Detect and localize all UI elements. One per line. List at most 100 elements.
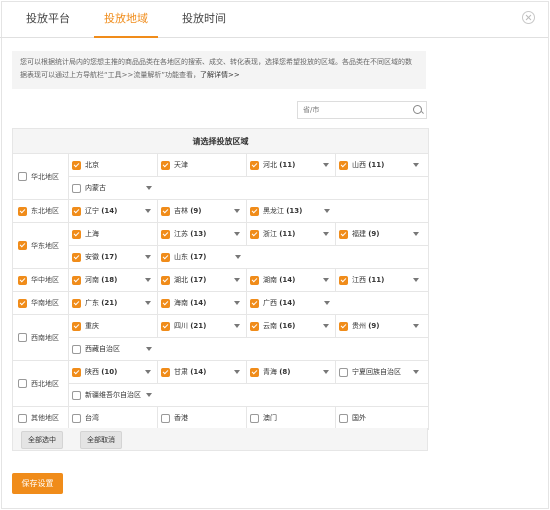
- province-item[interactable]: 山东 (17): [158, 246, 247, 268]
- province-checkbox[interactable]: [72, 321, 81, 331]
- chevron-down-icon[interactable]: [413, 324, 419, 328]
- region-checkbox[interactable]: [18, 241, 27, 250]
- province-checkbox[interactable]: [161, 413, 170, 423]
- province-checkbox[interactable]: [72, 367, 81, 377]
- chevron-down-icon[interactable]: [234, 301, 240, 305]
- province-item[interactable]: 天津: [158, 154, 247, 176]
- province-checkbox[interactable]: [161, 229, 170, 239]
- learn-more-link[interactable]: 了解详情>>: [200, 71, 240, 79]
- province-checkbox[interactable]: [339, 413, 348, 423]
- chevron-down-icon[interactable]: [234, 324, 240, 328]
- province-checkbox[interactable]: [161, 298, 170, 308]
- region-checkbox[interactable]: [18, 413, 27, 423]
- province-checkbox[interactable]: [339, 321, 348, 331]
- tab-platform[interactable]: 投放平台: [20, 0, 76, 37]
- province-checkbox[interactable]: [72, 252, 81, 262]
- region-checkbox[interactable]: [18, 298, 27, 308]
- province-checkbox[interactable]: [161, 206, 170, 216]
- province-checkbox[interactable]: [161, 160, 170, 170]
- province-checkbox[interactable]: [72, 344, 81, 354]
- chevron-down-icon[interactable]: [235, 255, 241, 259]
- province-checkbox[interactable]: [72, 160, 81, 170]
- tab-time[interactable]: 投放时间: [176, 0, 232, 37]
- province-checkbox[interactable]: [161, 321, 170, 331]
- save-button[interactable]: 保存设置: [12, 473, 63, 494]
- chevron-down-icon[interactable]: [413, 232, 419, 236]
- region-checkbox[interactable]: [18, 333, 27, 342]
- region-checkbox[interactable]: [18, 206, 27, 216]
- chevron-down-icon[interactable]: [323, 324, 329, 328]
- province-checkbox[interactable]: [72, 229, 81, 239]
- province-item[interactable]: 河南 (18): [69, 269, 158, 291]
- chevron-down-icon[interactable]: [145, 370, 151, 374]
- province-item[interactable]: 四川 (21): [158, 315, 247, 337]
- province-checkbox[interactable]: [72, 298, 81, 308]
- province-checkbox[interactable]: [250, 367, 259, 377]
- province-item[interactable]: 安徽 (17): [69, 246, 158, 268]
- province-item[interactable]: 山西 (11): [336, 154, 425, 176]
- province-item[interactable]: 台湾: [69, 407, 158, 429]
- chevron-down-icon[interactable]: [234, 278, 240, 282]
- cancel-all-button[interactable]: 全部取消: [80, 431, 122, 449]
- province-checkbox[interactable]: [72, 413, 81, 423]
- chevron-down-icon[interactable]: [146, 393, 152, 397]
- region-checkbox-item[interactable]: 华南地区: [13, 298, 68, 308]
- province-checkbox[interactable]: [161, 275, 170, 285]
- province-item[interactable]: 江西 (11): [336, 269, 425, 291]
- province-checkbox[interactable]: [72, 390, 81, 400]
- region-checkbox-item[interactable]: 华北地区: [13, 172, 68, 182]
- province-item[interactable]: 内蒙古: [69, 177, 158, 199]
- province-item[interactable]: 福建 (9): [336, 223, 425, 245]
- province-item[interactable]: 澳门: [247, 407, 336, 429]
- chevron-down-icon[interactable]: [413, 278, 419, 282]
- chevron-down-icon[interactable]: [234, 232, 240, 236]
- province-checkbox[interactable]: [339, 160, 348, 170]
- province-checkbox[interactable]: [72, 275, 81, 285]
- province-item[interactable]: 黑龙江 (13): [247, 200, 336, 222]
- province-checkbox[interactable]: [72, 183, 81, 193]
- province-item[interactable]: 西藏自治区: [69, 338, 158, 360]
- chevron-down-icon[interactable]: [145, 209, 151, 213]
- province-item[interactable]: 贵州 (9): [336, 315, 425, 337]
- close-icon[interactable]: [522, 11, 535, 24]
- chevron-down-icon[interactable]: [413, 370, 419, 374]
- region-checkbox-item[interactable]: 东北地区: [13, 206, 68, 216]
- province-item[interactable]: 青海 (8): [247, 361, 336, 383]
- search-icon[interactable]: [413, 105, 422, 114]
- chevron-down-icon[interactable]: [324, 209, 330, 213]
- province-checkbox[interactable]: [250, 275, 259, 285]
- chevron-down-icon[interactable]: [145, 301, 151, 305]
- province-item[interactable]: 新疆维吾尔自治区: [69, 384, 158, 406]
- province-item[interactable]: 香港: [158, 407, 247, 429]
- region-checkbox[interactable]: [18, 275, 27, 285]
- province-checkbox[interactable]: [161, 252, 170, 262]
- region-checkbox-item[interactable]: 西北地区: [13, 379, 68, 389]
- search-input[interactable]: [298, 102, 408, 118]
- province-item[interactable]: 云南 (16): [247, 315, 336, 337]
- province-checkbox[interactable]: [161, 367, 170, 377]
- province-checkbox[interactable]: [339, 229, 348, 239]
- province-item[interactable]: 吉林 (9): [158, 200, 247, 222]
- select-all-button[interactable]: 全部选中: [21, 431, 63, 449]
- chevron-down-icon[interactable]: [145, 255, 151, 259]
- province-item[interactable]: 河北 (11): [247, 154, 336, 176]
- region-checkbox-item[interactable]: 其他地区: [13, 413, 68, 423]
- region-checkbox-item[interactable]: 华中地区: [13, 275, 68, 285]
- province-item[interactable]: 陕西 (10): [69, 361, 158, 383]
- province-checkbox[interactable]: [250, 413, 259, 423]
- region-checkbox[interactable]: [18, 172, 27, 181]
- province-checkbox[interactable]: [339, 275, 348, 285]
- tab-region[interactable]: 投放地域: [94, 0, 158, 38]
- province-item[interactable]: 广东 (21): [69, 292, 158, 314]
- province-item[interactable]: 湖北 (17): [158, 269, 247, 291]
- province-item[interactable]: 辽宁 (14): [69, 200, 158, 222]
- province-item[interactable]: 北京: [69, 154, 158, 176]
- chevron-down-icon[interactable]: [234, 370, 240, 374]
- chevron-down-icon[interactable]: [323, 232, 329, 236]
- province-item[interactable]: 江苏 (13): [158, 223, 247, 245]
- chevron-down-icon[interactable]: [324, 301, 330, 305]
- province-item[interactable]: 国外: [336, 407, 425, 429]
- province-checkbox[interactable]: [250, 298, 259, 308]
- chevron-down-icon[interactable]: [323, 163, 329, 167]
- province-checkbox[interactable]: [72, 206, 81, 216]
